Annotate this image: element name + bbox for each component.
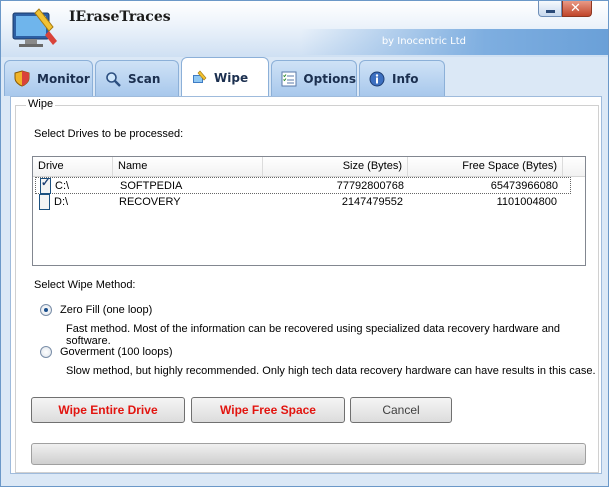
app-window: IEraseTraces by Inocentric Ltd ✕ Monitor… bbox=[0, 0, 609, 487]
drive-letter: C:\ bbox=[55, 180, 70, 192]
drive-name: SOFTPEDIA bbox=[120, 180, 183, 192]
zero-fill-radio[interactable] bbox=[40, 304, 52, 316]
title-bar[interactable]: IEraseTraces by Inocentric Ltd ✕ bbox=[1, 1, 608, 57]
wipe-progress-bar bbox=[31, 443, 586, 465]
tab-label: Wipe bbox=[214, 70, 249, 85]
info-icon bbox=[368, 70, 386, 88]
drive-checkbox[interactable] bbox=[39, 194, 50, 210]
wipe-entire-drive-button[interactable]: Wipe Entire Drive bbox=[31, 397, 185, 423]
group-title: Wipe bbox=[26, 98, 56, 110]
column-header-free[interactable]: Free Space (Bytes) bbox=[408, 157, 563, 176]
drives-label: Select Drives to be processed: bbox=[34, 128, 184, 140]
method-label: Select Wipe Method: bbox=[34, 279, 136, 291]
zero-fill-label[interactable]: Zero Fill (one loop) bbox=[60, 304, 152, 316]
drive-letter: D:\ bbox=[54, 196, 69, 208]
column-header-name[interactable]: Name bbox=[113, 157, 263, 176]
tab-label: Monitor bbox=[37, 71, 90, 86]
wipe-panel: Wipe Select Drives to be processed: Driv… bbox=[10, 96, 602, 474]
tab-scan[interactable]: Scan bbox=[95, 60, 179, 96]
close-button[interactable]: ✕ bbox=[562, 1, 592, 17]
app-logo-icon bbox=[12, 8, 57, 47]
wipe-free-space-button[interactable]: Wipe Free Space bbox=[191, 397, 345, 423]
drive-free: 65473966080 bbox=[490, 180, 558, 192]
magnifier-icon bbox=[104, 70, 122, 88]
tab-options[interactable]: Options bbox=[271, 60, 357, 96]
government-radio[interactable] bbox=[40, 346, 52, 358]
government-description: Slow method, but highly recommended. Onl… bbox=[66, 365, 596, 377]
column-header-drive[interactable]: Drive bbox=[33, 157, 113, 176]
minimize-icon bbox=[546, 10, 555, 13]
tab-label: Scan bbox=[128, 71, 161, 86]
app-title: IEraseTraces bbox=[69, 9, 171, 25]
brush-icon bbox=[190, 69, 208, 87]
column-header-size[interactable]: Size (Bytes) bbox=[263, 157, 408, 176]
close-icon: ✕ bbox=[570, 1, 581, 16]
drives-list[interactable]: Drive Name Size (Bytes) Free Space (Byte… bbox=[32, 156, 586, 266]
list-item[interactable]: C:\ SOFTPEDIA 77792800768 65473966080 bbox=[35, 175, 571, 194]
cancel-button[interactable]: Cancel bbox=[350, 397, 452, 423]
checklist-icon bbox=[280, 70, 297, 88]
tab-bar: Monitor Scan Wipe Options Info bbox=[1, 57, 608, 97]
shield-icon bbox=[13, 70, 31, 88]
tab-monitor[interactable]: Monitor bbox=[4, 60, 93, 96]
app-subtitle: by Inocentric Ltd bbox=[381, 36, 466, 47]
tab-label: Options bbox=[303, 71, 356, 86]
list-item[interactable]: D:\ RECOVERY 2147479552 1101004800 bbox=[33, 194, 585, 211]
wipe-group: Wipe Select Drives to be processed: Driv… bbox=[15, 98, 599, 473]
drive-size: 2147479552 bbox=[341, 196, 403, 208]
drive-checkbox[interactable] bbox=[40, 175, 51, 194]
tab-info[interactable]: Info bbox=[359, 60, 445, 96]
zero-fill-description: Fast method. Most of the information can… bbox=[66, 323, 561, 347]
tab-label: Info bbox=[392, 71, 419, 86]
tab-wipe[interactable]: Wipe bbox=[181, 57, 269, 97]
list-header: Drive Name Size (Bytes) Free Space (Byte… bbox=[33, 157, 585, 177]
drive-name: RECOVERY bbox=[119, 196, 181, 208]
minimize-button[interactable] bbox=[538, 1, 562, 17]
drive-size: 77792800768 bbox=[336, 180, 404, 192]
drive-free: 1101004800 bbox=[496, 196, 557, 208]
government-label[interactable]: Goverment (100 loops) bbox=[60, 346, 173, 358]
